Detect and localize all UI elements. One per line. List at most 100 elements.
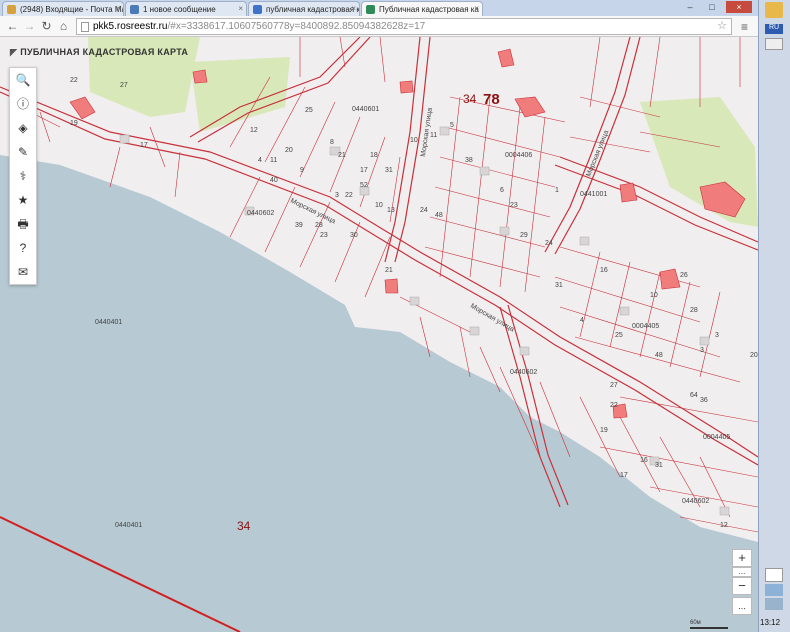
parcel-number: 10 <box>650 292 658 299</box>
search-icon[interactable]: 🔍 <box>10 68 36 92</box>
parcel-number: 17 <box>360 167 368 174</box>
parcel-number: 13 <box>387 207 395 214</box>
close-icon[interactable]: × <box>474 4 479 13</box>
parcel-number: 21 <box>385 267 393 274</box>
search-favicon <box>253 5 262 14</box>
parcel-number: 22 <box>610 402 618 409</box>
parcel-number: 31 <box>555 282 563 289</box>
bookmark-star-icon[interactable]: ☆ <box>717 19 727 34</box>
volume-icon[interactable] <box>765 598 783 610</box>
parcel-number: 17 <box>140 142 148 149</box>
logo-icon: ◤ <box>10 47 18 57</box>
quarter-label: 0441001 <box>580 191 607 198</box>
parcel-number: 48 <box>655 352 663 359</box>
parcel-number: 9 <box>300 167 304 174</box>
parcel-number: 8 <box>330 139 334 146</box>
layers-icon[interactable]: ◈ <box>10 116 36 140</box>
browser-window: (2948) Входящие - Почта Ma × 1 новое соо… <box>0 0 758 632</box>
parcel-number: 10 <box>375 202 383 209</box>
quarter-label: 0440601 <box>352 106 379 113</box>
home-icon[interactable]: ⌂ <box>56 19 71 34</box>
back-icon[interactable]: ← <box>5 19 20 34</box>
browser-toolbar: ← → ↻ ⌂ pkk5.rosreestr.ru/#x=3338617.106… <box>0 16 758 37</box>
app-icon[interactable] <box>765 2 783 18</box>
close-icon[interactable]: × <box>238 4 243 13</box>
parcel-number: 12 <box>720 522 728 529</box>
close-icon[interactable]: × <box>351 4 356 13</box>
maximize-button[interactable]: □ <box>702 1 722 13</box>
forward-icon[interactable]: → <box>22 19 37 34</box>
zoom-out-button[interactable]: − <box>732 577 752 595</box>
bookmark-icon[interactable]: ★ <box>10 188 36 212</box>
parcel-number: 19 <box>70 120 78 127</box>
zoom-more-button[interactable]: ... <box>732 567 752 577</box>
parcel-number: 23 <box>320 232 328 239</box>
menu-icon[interactable]: ≡ <box>741 20 748 34</box>
page-favicon <box>130 5 139 14</box>
taskbar: RU <box>758 0 790 632</box>
minimize-button[interactable]: – <box>680 1 700 13</box>
parcel-number: 3 <box>700 347 704 354</box>
draw-icon[interactable]: ✎ <box>10 140 36 164</box>
parcel-number: 22 <box>70 77 78 84</box>
parcel-number: 38 <box>465 157 473 164</box>
parcel-number: 39 <box>295 222 303 229</box>
chrome-taskbar-icon[interactable] <box>765 568 783 582</box>
tab-search[interactable]: публичная кадастровая ка × <box>248 1 360 16</box>
app-title: ◤ ПУБЛИЧНАЯ КАДАСТРОВАЯ КАРТА <box>10 47 189 57</box>
help-icon[interactable]: ? <box>10 236 36 260</box>
print-icon[interactable]: 🖶 <box>10 212 36 236</box>
tab-mail[interactable]: (2948) Входящие - Почта Ma × <box>2 1 124 16</box>
tray-icon[interactable] <box>765 584 783 596</box>
parcel-number: 36 <box>700 397 708 404</box>
scale-label: 60м <box>690 620 701 626</box>
info-icon[interactable]: ⓘ <box>10 92 36 116</box>
more-options-button[interactable]: ... <box>732 597 752 615</box>
clock: 13:12 <box>760 618 781 627</box>
district-label: 34 <box>237 519 251 533</box>
quarter-label: 0004405 <box>632 323 659 330</box>
zoom-in-button[interactable]: + <box>732 549 752 567</box>
parcel-number: 29 <box>520 232 528 239</box>
parcel-number: 4 <box>258 157 262 164</box>
parcel-number: 11 <box>430 132 437 139</box>
tab-strip: (2948) Входящие - Почта Ma × 1 новое соо… <box>0 0 758 16</box>
quarter-label: 0440602 <box>510 369 537 376</box>
parcel-number: 25 <box>305 107 313 114</box>
tab-cadastral-map[interactable]: Публичная кадастровая ка × <box>361 1 483 16</box>
quarter-label: 0440602 <box>247 210 274 217</box>
parcel-number: 1 <box>555 187 559 194</box>
measure-icon[interactable]: ⚕ <box>10 164 36 188</box>
parcel-number: 4 <box>580 317 584 324</box>
district-label: 34 <box>463 92 477 106</box>
parcel-number: 27 <box>610 382 618 389</box>
mail-icon[interactable]: ✉ <box>10 260 36 284</box>
parcel-number: 22 <box>345 192 353 199</box>
tab-message[interactable]: 1 новое сообщение × <box>125 1 247 16</box>
parcel-number: 3 <box>715 332 719 339</box>
parcel-number: 23 <box>510 202 518 209</box>
scale-bar <box>690 627 728 629</box>
parcel-number: 5 <box>450 122 454 129</box>
map-canvas: 0440401 0440602 0440601 0004406 0441001 … <box>0 37 758 632</box>
parcel-number: 26 <box>680 272 688 279</box>
parcel-number: 11 <box>270 157 277 164</box>
parcel-number: 28 <box>690 307 698 314</box>
close-window-button[interactable]: × <box>726 1 752 13</box>
parcel-number: 10 <box>410 137 418 144</box>
parcel-number: 18 <box>370 152 378 159</box>
parcel-number: 24 <box>545 240 553 247</box>
parcel-number: 52 <box>360 182 368 189</box>
keyboard-icon[interactable] <box>765 38 783 50</box>
map-toolbar: 🔍 ⓘ ◈ ✎ ⚕ ★ 🖶 ? ✉ <box>9 67 37 285</box>
language-indicator[interactable]: RU <box>765 24 783 34</box>
parcel-number: 27 <box>120 82 128 89</box>
parcel-number: 16 <box>640 457 648 464</box>
parcel-number: 19 <box>600 427 608 434</box>
close-icon[interactable]: × <box>115 4 120 13</box>
reload-icon[interactable]: ↻ <box>39 19 54 34</box>
parcel-number: 6 <box>500 187 504 194</box>
cadastral-map[interactable]: 0440401 0440602 0440601 0004406 0441001 … <box>0 37 758 632</box>
quarter-label: 0004405 <box>703 434 730 441</box>
address-bar[interactable]: pkk5.rosreestr.ru/#x=3338617.10607560778… <box>76 18 732 35</box>
